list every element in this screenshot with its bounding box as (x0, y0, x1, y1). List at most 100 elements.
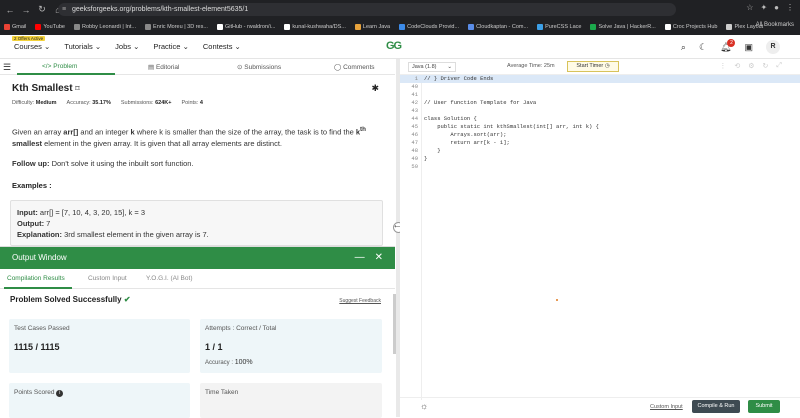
tab-custom-input[interactable]: Custom Input (88, 275, 127, 282)
bug-report-icon[interactable]: ✱ (371, 83, 379, 94)
bookmark-item[interactable]: GitHub - rwaldron/i... (216, 24, 275, 30)
status-message: Problem Solved Successfully ✔ (10, 295, 131, 304)
bookmark-favicon-icon (399, 24, 406, 30)
tab-yogi-bot[interactable]: Y.O.G.I. (AI Bot) (146, 275, 192, 282)
search-icon[interactable]: ⌕ (681, 42, 686, 53)
problem-description: Given an array arr[] and an integer k wh… (12, 126, 366, 148)
code-line[interactable]: 48 } (400, 147, 800, 155)
extensions-icon[interactable]: ✦ (760, 3, 767, 12)
forward-icon[interactable]: → (20, 5, 32, 15)
code-line[interactable]: 42 // User function Template for Java (400, 99, 800, 107)
tab-submissions[interactable]: ⊙ Submissions (237, 63, 281, 71)
dark-mode-icon[interactable]: ☾ (699, 42, 707, 53)
output-window: Output Window — ✕ Compilation Results Cu… (0, 246, 395, 418)
undo-icon[interactable]: ⟲ (734, 62, 740, 70)
minimize-icon[interactable]: — (355, 247, 365, 269)
gfg-logo[interactable]: GG (386, 40, 414, 54)
settings-icon[interactable]: ⚙ (748, 62, 754, 70)
problem-title: Kth Smallest ⌑ (12, 83, 80, 94)
line-number: 41 (411, 91, 418, 98)
code-line[interactable]: 47 return arr[k - 1]; (400, 139, 800, 147)
output-controls: — ✕ (355, 247, 383, 269)
bookmark-item[interactable]: Solve Java | HackerR... (590, 24, 656, 30)
submit-button[interactable]: Submit (748, 400, 780, 413)
bookmark-item[interactable]: Croc Projects Hub (664, 24, 717, 30)
problem-pane: ☰ </> Problem ▤ Editorial ⊙ Submissions … (0, 59, 396, 418)
nav-jobs[interactable]: Jobs ⌄ (115, 42, 139, 51)
bookmark-item[interactable]: Gmail (4, 24, 26, 30)
nav-tutorials[interactable]: Tutorials ⌄ (64, 42, 101, 51)
tab-problem[interactable]: </> Problem (42, 63, 77, 70)
language-select[interactable]: Java (1.8) ⌄ (408, 62, 456, 72)
bookmark-label: PureCSS Lace (545, 24, 582, 30)
browser-actions: ☆ ✦ ● ⋮ (746, 3, 794, 12)
lightbulb-icon[interactable]: ☼ (420, 401, 428, 411)
accuracy-line: Accuracy : 100% (205, 359, 253, 366)
bookmark-item[interactable]: PureCSS Lace (537, 24, 581, 30)
suggest-feedback-link[interactable]: Suggest Feedback (339, 298, 381, 304)
bookmark-label: Robby Leonardi | Int... (82, 24, 137, 30)
code-line[interactable]: 44 class Solution { (400, 115, 800, 123)
tab-editorial[interactable]: ▤ Editorial (148, 63, 179, 71)
attempts-label: Attempts : Correct / Total (205, 325, 277, 332)
bookmark-favicon-icon (664, 24, 671, 30)
bookmark-item[interactable]: Enric Moreu | 3D res... (145, 24, 208, 30)
bookmark-favicon-icon (468, 24, 475, 30)
bookmark-item[interactable]: kunal-kushwaha/DS... (284, 24, 346, 30)
bookmark-item[interactable]: Robby Leonardi | Int... (74, 24, 136, 30)
hamburger-icon[interactable]: ☰ (3, 62, 11, 73)
bookmark-item[interactable]: Cloudkaptan - Com... (468, 24, 528, 30)
bookmark-item[interactable]: Learn Java (354, 24, 390, 30)
bookmark-label: YouTube (43, 24, 65, 30)
profile-icon[interactable]: ● (774, 3, 779, 12)
close-icon[interactable]: ✕ (375, 247, 383, 269)
offers-badge[interactable]: 2 Offers Active (12, 36, 46, 41)
compile-run-button[interactable]: Compile & Run (692, 400, 740, 413)
bookmark-item[interactable]: YouTube (35, 24, 65, 30)
code-text: Arrays.sort(arr); (424, 131, 507, 138)
reload-icon[interactable]: ↻ (36, 4, 48, 15)
active-tab-indicator (17, 73, 115, 75)
code-line[interactable]: 41 (400, 91, 800, 99)
bookmark-favicon-icon (4, 24, 10, 30)
info-icon[interactable]: i (56, 390, 64, 397)
nav-courses[interactable]: Courses ⌄ (14, 42, 50, 51)
translate-icon[interactable]: ▣ (744, 42, 753, 53)
back-icon[interactable]: ← (4, 5, 16, 15)
bookmark-icon[interactable]: ⌑ (75, 84, 79, 93)
editor-toolbar: Java (1.8) ⌄ Average Time: 25m Start Tim… (400, 59, 800, 75)
notification-bell-icon[interactable]: 🔔︎ 2 (720, 38, 736, 53)
refresh-icon[interactable]: ↻ (763, 62, 769, 70)
address-bar[interactable]: ≡ geeksforgeeks.org/problems/kth-smalles… (58, 3, 676, 16)
code-line[interactable]: 50 (400, 163, 800, 171)
tab-comments[interactable]: ◯ Comments (334, 63, 375, 71)
menu-icon[interactable]: ⋮ (786, 3, 794, 12)
code-line[interactable]: 43 (400, 107, 800, 115)
code-line[interactable]: 49} (400, 155, 800, 163)
nav-practice[interactable]: Practice ⌄ (153, 42, 188, 51)
points-label: Points Scored i (14, 389, 64, 397)
bookmark-favicon-icon (35, 24, 42, 30)
bookmark-label: kunal-kushwaha/DS... (292, 24, 346, 30)
code-line[interactable]: 1 // } Driver Code Ends (400, 75, 800, 83)
notification-count: 2 (727, 38, 736, 47)
more-icon[interactable]: ⋮ (719, 62, 726, 70)
code-line[interactable]: 40 (400, 83, 800, 91)
all-bookmarks[interactable]: All Bookmarks (756, 22, 794, 28)
time-card: Time Taken (200, 383, 382, 418)
custom-input-link[interactable]: Custom Input (650, 404, 683, 410)
nav-contests[interactable]: Contests ⌄ (203, 42, 241, 51)
fullscreen-icon[interactable]: ⤢ (776, 62, 782, 70)
code-line[interactable]: 45 public static int kthSmallest(int[] a… (400, 123, 800, 131)
bookmark-item[interactable]: CodeClouds Provid... (399, 24, 459, 30)
line-number: 49 (411, 155, 418, 162)
bookmark-star-icon[interactable]: ☆ (746, 3, 753, 12)
start-timer-button[interactable]: Start Timer ◷ (567, 61, 619, 72)
site-info-icon[interactable]: ≡ (62, 3, 66, 16)
attempts-value: 1 / 1 (205, 342, 223, 352)
tab-compilation-results[interactable]: Compilation Results (7, 275, 65, 282)
line-number: 1 (414, 75, 418, 82)
code-line[interactable]: 46 Arrays.sort(arr); (400, 131, 800, 139)
avatar[interactable]: R (766, 40, 780, 54)
follow-up: Follow up: Don't solve it using the inbu… (12, 159, 194, 168)
